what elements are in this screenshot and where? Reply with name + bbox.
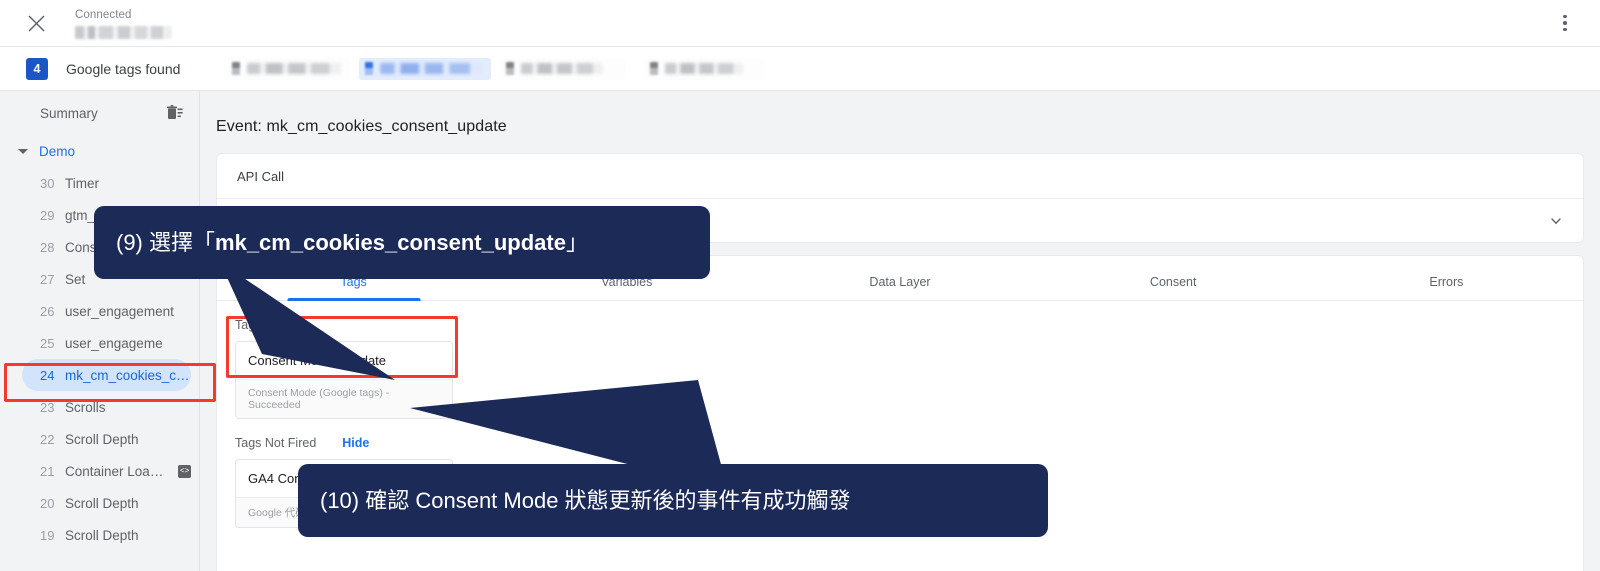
sidebar-group-label: Demo bbox=[39, 143, 76, 159]
google-tag-icon bbox=[650, 62, 659, 75]
tag-chip-3-label-redacted bbox=[521, 63, 604, 74]
event-name: Scrolls bbox=[65, 399, 106, 415]
callout-9-suffix: 」 bbox=[565, 229, 588, 255]
event-name: mk_cm_cookies_consen… bbox=[65, 367, 191, 383]
tab-consent[interactable]: Consent bbox=[1037, 275, 1310, 300]
tags-not-fired-toggle[interactable]: Hide bbox=[342, 436, 369, 450]
tag-assistant-window: Connected 4 Google tags found Summary De… bbox=[0, 0, 1600, 571]
sidebar-item-30[interactable]: 30 Timer bbox=[22, 167, 191, 199]
tab-errors[interactable]: Errors bbox=[1310, 275, 1583, 300]
event-number: 19 bbox=[40, 527, 55, 543]
sidebar-summary-row[interactable]: Summary bbox=[0, 91, 199, 135]
event-name: Set bbox=[65, 271, 86, 287]
event-name: Timer bbox=[65, 175, 99, 191]
event-name: Scroll Depth bbox=[65, 527, 139, 543]
code-icon: <> bbox=[178, 464, 191, 478]
event-number: 29 bbox=[40, 207, 55, 223]
event-number: 20 bbox=[40, 495, 55, 511]
caret-down-icon bbox=[18, 148, 28, 154]
tab-data-layer[interactable]: Data Layer bbox=[763, 275, 1036, 300]
callout-9-prefix: (9) 選擇「 bbox=[116, 229, 216, 255]
tags-not-fired-label: Tags Not Fired bbox=[235, 436, 317, 450]
sidebar-item-23[interactable]: 23 Scrolls bbox=[22, 391, 191, 423]
google-tag-icon bbox=[365, 62, 374, 75]
event-number: 28 bbox=[40, 239, 55, 255]
more-vert-icon-dot-2 bbox=[1563, 21, 1567, 25]
event-number: 21 bbox=[40, 463, 55, 479]
event-number: 26 bbox=[40, 303, 55, 319]
close-button[interactable] bbox=[23, 10, 49, 36]
tags-found-label: Google tags found bbox=[66, 60, 181, 77]
event-sidebar: Summary Demo 30 Timer 29 gtm_c 28 Conse bbox=[0, 91, 200, 571]
event-number: 25 bbox=[40, 335, 55, 351]
tag-chip-2[interactable] bbox=[359, 57, 492, 80]
top-bar: Connected bbox=[0, 0, 1600, 47]
connection-info: Connected bbox=[75, 8, 172, 39]
clear-list-icon[interactable] bbox=[165, 103, 185, 123]
more-vert-icon-dot-1 bbox=[1563, 14, 1567, 19]
tag-chip-4-label-redacted bbox=[665, 63, 744, 74]
event-name: Container Loaded bbox=[65, 463, 171, 479]
sidebar-item-19[interactable]: 19 Scroll Depth bbox=[22, 519, 191, 551]
chevron-down-icon[interactable] bbox=[1549, 214, 1563, 228]
event-number: 23 bbox=[40, 399, 55, 415]
callout-9-bold: mk_cm_cookies_consent_update bbox=[215, 229, 566, 255]
tag-chip-4[interactable] bbox=[644, 57, 765, 80]
connected-domain-redacted bbox=[75, 25, 172, 39]
event-name: user_engageme bbox=[65, 335, 163, 351]
event-name: user_engagement bbox=[65, 303, 174, 319]
event-number: 24 bbox=[40, 367, 55, 383]
sidebar-item-24-selected[interactable]: 24 mk_cm_cookies_consen… bbox=[22, 359, 191, 391]
sidebar-group-demo[interactable]: Demo bbox=[0, 135, 199, 167]
sidebar-item-25[interactable]: 25 user_engageme bbox=[22, 327, 191, 359]
api-call-label: API Call bbox=[237, 168, 284, 184]
sidebar-item-22[interactable]: 22 Scroll Depth bbox=[22, 423, 191, 455]
close-icon bbox=[27, 14, 45, 32]
more-vert-icon-dot-3 bbox=[1563, 27, 1567, 32]
event-number: 22 bbox=[40, 431, 55, 447]
google-tags-bar: 4 Google tags found bbox=[0, 47, 1600, 91]
api-call-row: API Call bbox=[217, 154, 1583, 198]
tags-found-count: 4 bbox=[26, 57, 48, 80]
page-title: Event: mk_cm_cookies_consent_update bbox=[216, 118, 507, 135]
callout-step-9: (9) 選擇「mk_cm_cookies_consent_update」 bbox=[94, 206, 710, 279]
sidebar-item-21[interactable]: 21 Container Loaded <> bbox=[22, 455, 191, 487]
tag-chip-2-label-redacted bbox=[380, 63, 483, 74]
event-number: 30 bbox=[40, 175, 55, 191]
google-tag-icon bbox=[506, 62, 515, 75]
connected-label: Connected bbox=[75, 8, 132, 21]
callout-step-10-text: (10) 確認 Consent Mode 狀態更新後的事件有成功觸發 bbox=[320, 487, 851, 513]
event-name: Scroll Depth bbox=[65, 495, 139, 511]
callout-step-10: (10) 確認 Consent Mode 狀態更新後的事件有成功觸發 bbox=[298, 464, 1048, 537]
event-number: 27 bbox=[40, 271, 55, 287]
tag-chip-3[interactable] bbox=[500, 57, 627, 80]
tag-chip-1-label-redacted bbox=[247, 63, 342, 74]
event-name: Scroll Depth bbox=[65, 431, 139, 447]
sidebar-item-26[interactable]: 26 user_engagement bbox=[22, 295, 191, 327]
tag-chip-list bbox=[226, 57, 773, 80]
google-tag-icon bbox=[232, 62, 241, 75]
sidebar-item-20[interactable]: 20 Scroll Depth bbox=[22, 487, 191, 519]
callout-step-9-text: (9) 選擇「mk_cm_cookies_consent_update」 bbox=[94, 229, 610, 257]
more-options-button[interactable] bbox=[1553, 11, 1577, 35]
tag-chip-1[interactable] bbox=[226, 57, 351, 80]
sidebar-summary-label: Summary bbox=[40, 105, 98, 121]
